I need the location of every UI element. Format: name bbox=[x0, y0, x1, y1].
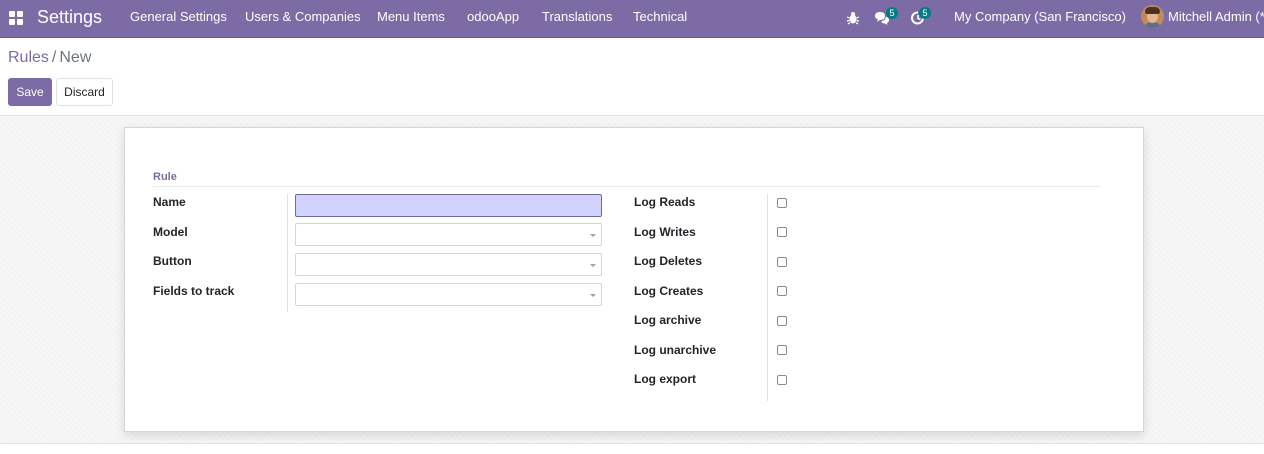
chevron-down-icon bbox=[590, 234, 596, 237]
log-reads-checkbox[interactable] bbox=[777, 198, 787, 208]
name-input[interactable] bbox=[295, 194, 602, 217]
log-creates-checkbox[interactable] bbox=[777, 286, 787, 296]
log-archive-checkbox[interactable] bbox=[777, 316, 787, 326]
log-deletes-checkbox[interactable] bbox=[777, 257, 787, 267]
label-fields-to-track: Fields to track bbox=[153, 284, 235, 298]
menu-general-settings[interactable]: General Settings bbox=[130, 9, 227, 24]
chevron-down-icon bbox=[590, 264, 596, 267]
menu-technical[interactable]: Technical bbox=[633, 9, 687, 24]
group-title-rule: Rule bbox=[153, 171, 177, 183]
user-avatar[interactable] bbox=[1141, 5, 1164, 28]
menu-menu-items[interactable]: Menu Items bbox=[377, 9, 445, 24]
form-sheet: Rule Name Model Button Fields to track L… bbox=[124, 127, 1144, 432]
left-label-divider bbox=[287, 194, 288, 312]
apps-grid-icon[interactable] bbox=[9, 11, 23, 25]
log-writes-checkbox[interactable] bbox=[777, 227, 787, 237]
form-view: Rule Name Model Button Fields to track L… bbox=[0, 116, 1264, 444]
app-title[interactable]: Settings bbox=[37, 6, 102, 28]
messages-badge: 5 bbox=[886, 7, 898, 19]
control-panel: Rules / New Save Discard bbox=[0, 38, 1264, 116]
save-button[interactable]: Save bbox=[8, 78, 52, 106]
breadcrumb-current: New bbox=[59, 49, 92, 66]
label-log-creates: Log Creates bbox=[634, 284, 704, 298]
bug-icon[interactable] bbox=[846, 10, 862, 26]
label-log-export: Log export bbox=[634, 372, 696, 386]
breadcrumb-separator: / bbox=[51, 49, 57, 66]
group-separator bbox=[153, 186, 1101, 187]
menu-translations[interactable]: Translations bbox=[542, 9, 612, 24]
log-unarchive-checkbox[interactable] bbox=[777, 345, 787, 355]
footer-strip bbox=[0, 444, 1264, 454]
company-switcher[interactable]: My Company (San Francisco) bbox=[954, 9, 1126, 24]
chevron-down-icon bbox=[590, 294, 596, 297]
label-log-writes: Log Writes bbox=[634, 225, 696, 239]
button-select[interactable] bbox=[295, 253, 602, 276]
log-export-checkbox[interactable] bbox=[777, 375, 787, 385]
discard-button[interactable]: Discard bbox=[56, 78, 113, 106]
breadcrumb-rules[interactable]: Rules bbox=[8, 49, 49, 66]
user-menu[interactable]: Mitchell Admin (*) bbox=[1168, 9, 1264, 24]
top-navbar: Settings General Settings Users & Compan… bbox=[0, 0, 1264, 38]
label-log-reads: Log Reads bbox=[634, 195, 696, 209]
fields-to-track-select[interactable] bbox=[295, 283, 602, 306]
menu-odooapp[interactable]: odooApp bbox=[467, 9, 519, 24]
right-label-divider bbox=[767, 194, 768, 401]
activities-badge: 5 bbox=[919, 7, 931, 19]
label-log-deletes: Log Deletes bbox=[634, 254, 703, 268]
model-select[interactable] bbox=[295, 223, 602, 246]
breadcrumb: Rules / New bbox=[8, 48, 91, 68]
label-log-unarchive: Log unarchive bbox=[634, 343, 717, 357]
label-model: Model bbox=[153, 225, 188, 239]
label-button: Button bbox=[153, 254, 192, 268]
label-name: Name bbox=[153, 195, 186, 209]
menu-users-companies[interactable]: Users & Companies bbox=[245, 9, 361, 24]
label-log-archive: Log archive bbox=[634, 313, 702, 327]
